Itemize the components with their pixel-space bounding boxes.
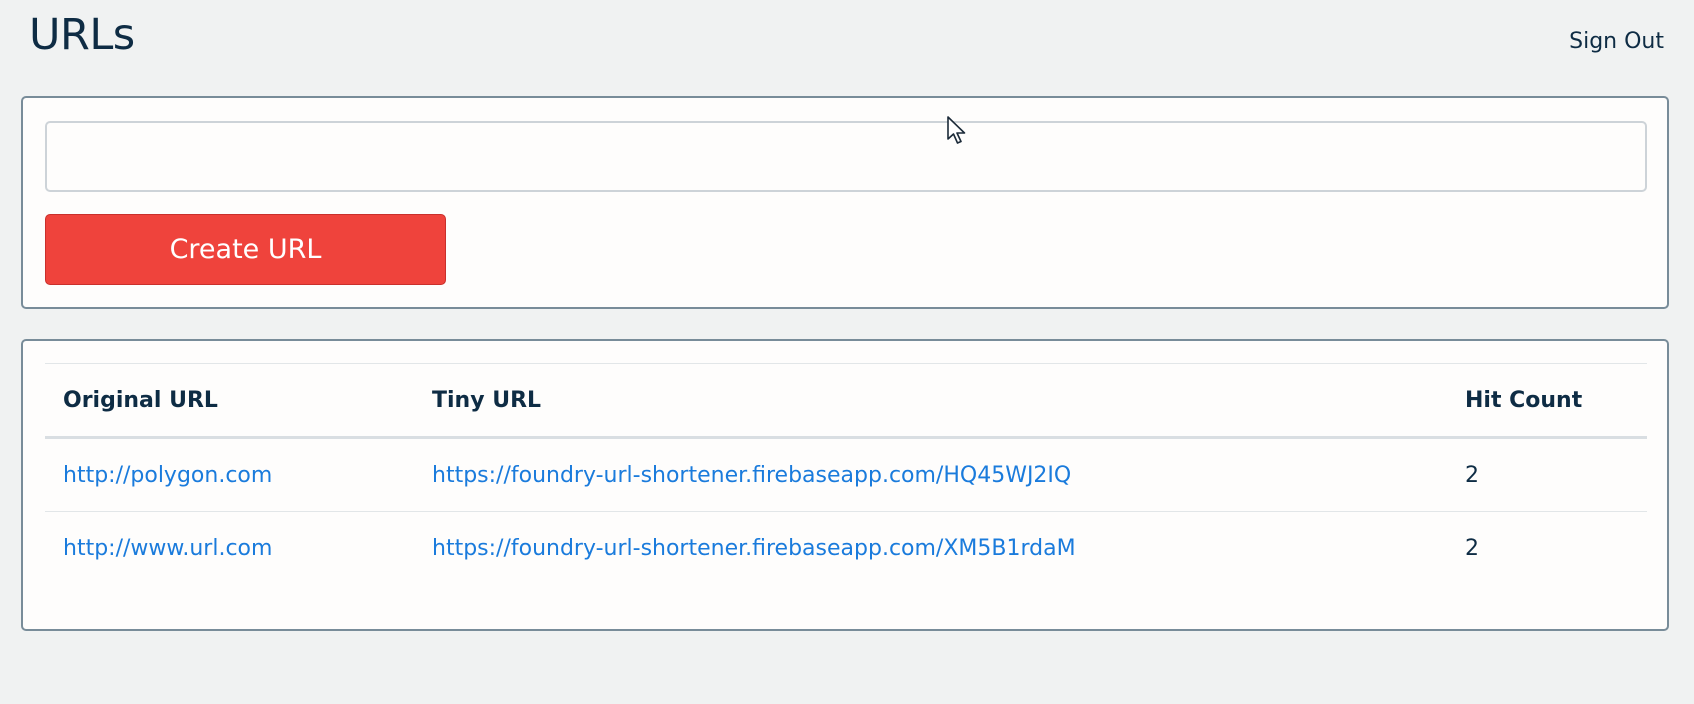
hit-count-cell: 2 (1465, 535, 1479, 561)
create-url-card: Create URL (21, 96, 1669, 309)
hit-count-cell: 2 (1447, 437, 1647, 512)
tiny-url-cell: https://foundry-url-shortener.firebaseap… (414, 437, 1447, 512)
column-header-hit-count: Hit Count (1447, 364, 1647, 439)
urls-table-card: Original URL Tiny URL Hit Count http://p… (21, 339, 1669, 631)
mouse-pointer-icon (947, 116, 966, 144)
page-header: URLs Sign Out (0, 0, 1694, 88)
original-url-link[interactable]: http://www.url.com (63, 536, 272, 561)
create-url-button[interactable]: Create URL (45, 214, 446, 285)
tiny-url-cell: https://foundry-url-shortener.firebaseap… (414, 512, 1447, 585)
sign-out-link[interactable]: Sign Out (1569, 29, 1664, 54)
tiny-url-link[interactable]: https://foundry-url-shortener.firebaseap… (432, 536, 1076, 561)
original-url-cell: http://polygon.com (45, 437, 414, 512)
column-header-original-url: Original URL (45, 364, 414, 439)
table-row: http://www.url.com https://foundry-url-s… (45, 512, 1647, 585)
table-row: http://polygon.com https://foundry-url-s… (45, 437, 1647, 512)
page-title: URLs (29, 10, 135, 60)
table-header-row: Original URL Tiny URL Hit Count (45, 364, 1647, 439)
original-url-link[interactable]: http://polygon.com (63, 463, 272, 488)
original-url-cell: http://www.url.com (45, 512, 414, 585)
urls-table: Original URL Tiny URL Hit Count http://p… (45, 364, 1647, 584)
url-input[interactable] (45, 121, 1647, 192)
tiny-url-link[interactable]: https://foundry-url-shortener.firebaseap… (432, 463, 1071, 488)
column-header-tiny-url: Tiny URL (414, 364, 1447, 439)
